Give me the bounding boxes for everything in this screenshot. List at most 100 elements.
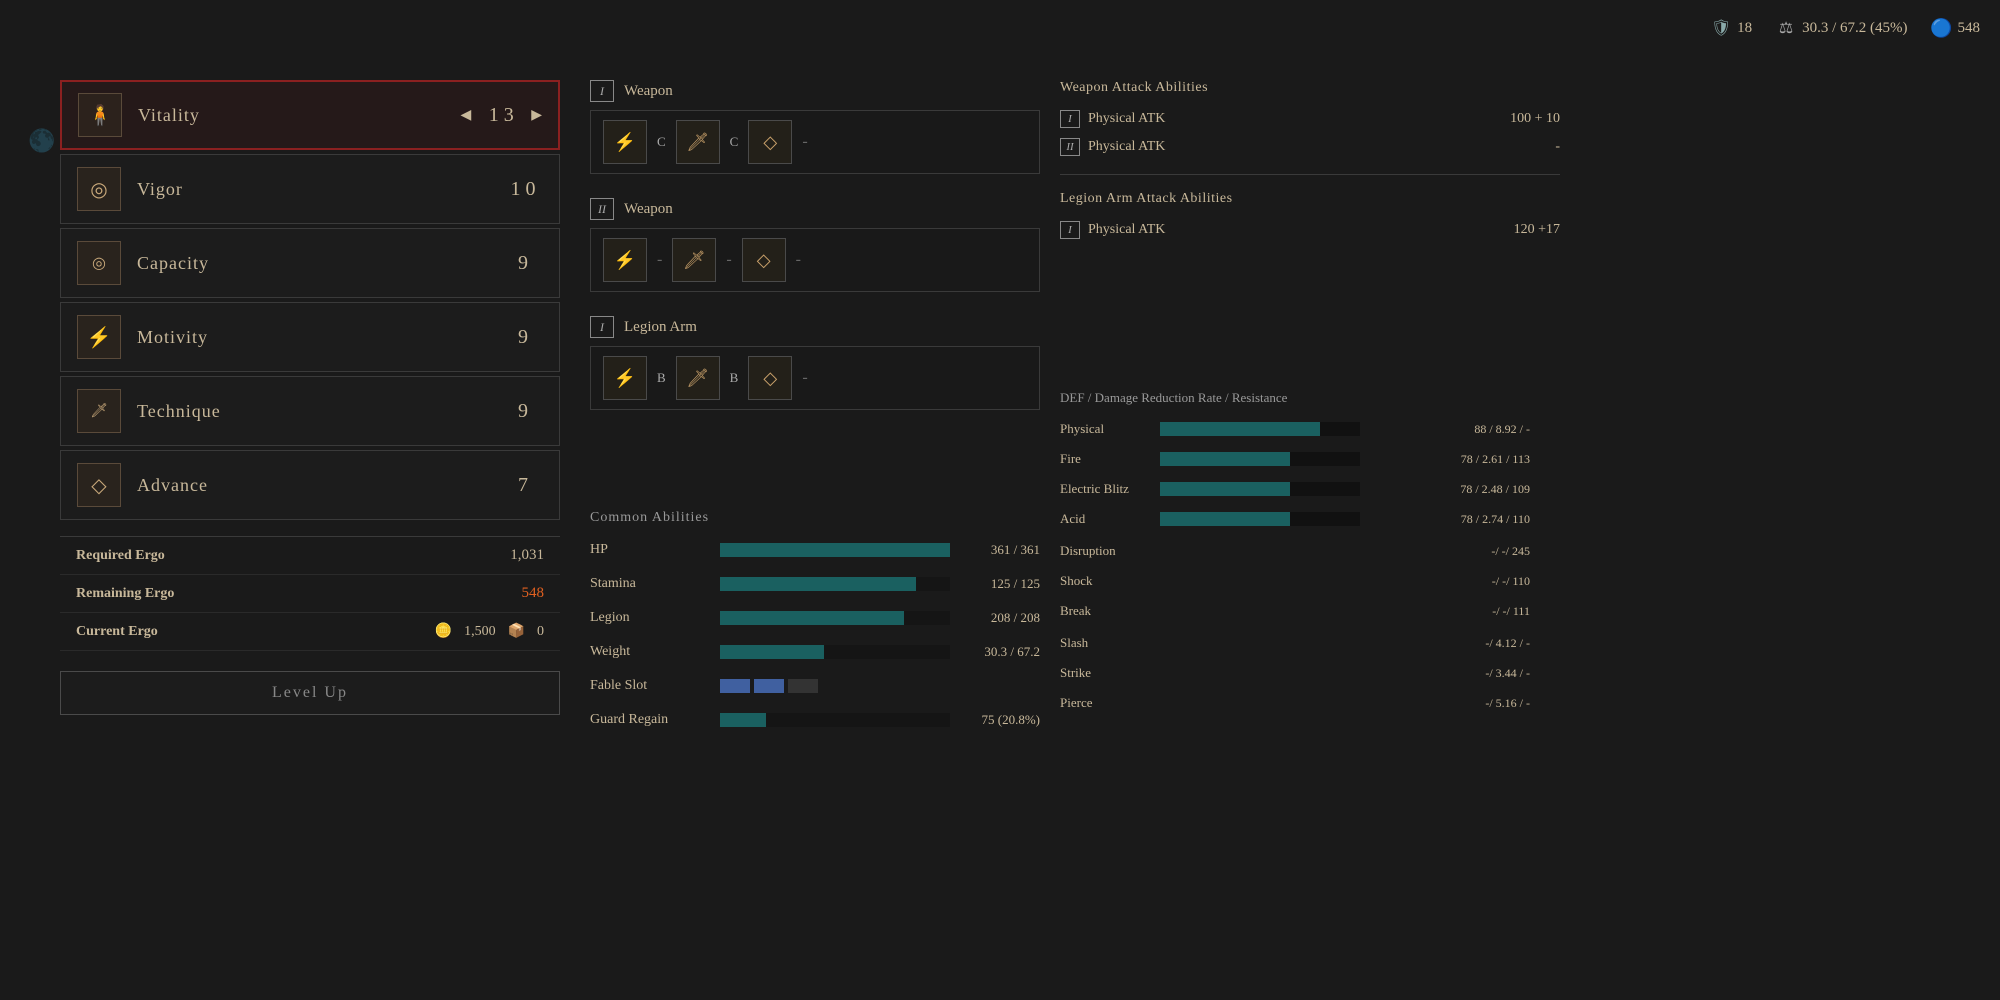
def-disruption-bar	[1160, 544, 1360, 558]
def-electric-row: Electric Blitz 78 / 2.48 / 109	[1060, 476, 1560, 502]
stat-row-technique[interactable]: 🗡 Technique 9	[60, 376, 560, 446]
weapon-i-grade-1: C	[657, 134, 666, 150]
weapon-i-slot-3[interactable]: ◇	[748, 120, 792, 164]
weapon-i-grade-3: -	[802, 133, 807, 151]
def-fire-row: Fire 78 / 2.61 / 113	[1060, 446, 1560, 472]
weapon-i-badge: I	[590, 80, 614, 102]
ability-stamina-label: Stamina	[590, 576, 710, 592]
def-break-bar	[1160, 604, 1360, 618]
divider-1	[1060, 174, 1560, 175]
def-fire-bar	[1160, 452, 1360, 466]
defense-panel: DEF / Damage Reduction Rate / Resistance…	[1060, 390, 1560, 720]
common-abilities-panel: Common Abilities HP 361 / 361 Stamina 12…	[590, 510, 1040, 740]
def-strike-row: Strike -/ 3.44 / -	[1060, 660, 1560, 686]
level-up-label: Level Up	[272, 684, 348, 702]
ability-guard-fill	[720, 713, 766, 727]
weapon-i-header: I Weapon	[590, 80, 1040, 102]
ability-guard-label: Guard Regain	[590, 712, 710, 728]
def-slash-row: Slash -/ 4.12 / -	[1060, 630, 1560, 656]
ability-weight-fill	[720, 645, 824, 659]
stat-row-motivity[interactable]: ⚡ Motivity 9	[60, 302, 560, 372]
ability-stamina-value: 125 / 125	[960, 576, 1040, 592]
current-ergo-label: Current Ergo	[76, 624, 158, 640]
weapon-ii-grade-1: -	[657, 251, 662, 269]
def-fire-fill	[1160, 452, 1290, 466]
weapon-i-slot-2[interactable]: 🗡	[676, 120, 720, 164]
ergo-value: 548	[1958, 20, 1981, 37]
def-fire-label: Fire	[1060, 451, 1160, 467]
ability-legion-bar	[720, 611, 950, 625]
ability-guard-bar	[720, 713, 950, 727]
fable-slot-1	[720, 679, 750, 693]
legion-arm-slots[interactable]: ⚡ B 🗡 B ◇ -	[590, 346, 1040, 410]
def-pierce-label: Pierce	[1060, 695, 1160, 711]
weapon-ii-slot-3[interactable]: ◇	[742, 238, 786, 282]
weapon-ii-slots[interactable]: ⚡ - 🗡 - ◇ -	[590, 228, 1040, 292]
legion-arm-label: Legion Arm	[624, 319, 697, 336]
def-pierce-bar	[1160, 696, 1360, 710]
legion-slot-2[interactable]: 🗡	[676, 356, 720, 400]
motivity-label: Motivity	[137, 327, 503, 348]
stat-row-vigor[interactable]: ◎ Vigor 1 0	[60, 154, 560, 224]
advance-value: 7	[503, 474, 543, 497]
weapon-attack-ii-label: II Physical ATK	[1060, 138, 1165, 156]
def-physical-label: Physical	[1060, 421, 1160, 437]
weapon-i-section: I Weapon ⚡ C 🗡 C ◇ -	[590, 80, 1040, 174]
def-acid-fill	[1160, 512, 1290, 526]
stat-row-advance[interactable]: ◇ Advance 7	[60, 450, 560, 520]
def-slash-value: -/ 4.12 / -	[1370, 636, 1530, 651]
required-ergo-label: Required Ergo	[76, 548, 165, 564]
ability-stamina-bar	[720, 577, 950, 591]
weight-value: 30.3 / 67.2 (45%)	[1802, 20, 1907, 37]
defense-title: DEF / Damage Reduction Rate / Resistance	[1060, 390, 1560, 406]
remaining-ergo-row: Remaining Ergo 548	[60, 575, 560, 613]
atk-i-value: 100 + 10	[1510, 111, 1560, 127]
vigor-value: 1 0	[503, 178, 543, 201]
weapon-i-slot-1[interactable]: ⚡	[603, 120, 647, 164]
weapon-ii-grade-3: -	[796, 251, 801, 269]
def-shock-value: -/ -/ 110	[1370, 574, 1530, 589]
ability-hp-fill	[720, 543, 950, 557]
vitality-controls[interactable]: ◀ 1 3 ▶	[460, 104, 542, 127]
ability-weight-row: Weight 30.3 / 67.2	[590, 638, 1040, 666]
legion-slot-3[interactable]: ◇	[748, 356, 792, 400]
legion-atk-i-value: 120 +17	[1514, 222, 1560, 238]
stat-row-capacity[interactable]: ◎ Capacity 9	[60, 228, 560, 298]
hud-weight: ⚖ 30.3 / 67.2 (45%)	[1776, 18, 1907, 38]
technique-icon: 🗡	[77, 389, 121, 433]
def-shock-row: Shock -/ -/ 110	[1060, 568, 1560, 594]
level-up-button[interactable]: Level Up	[60, 671, 560, 715]
stat-row-vitality[interactable]: 🧍 Vitality ◀ 1 3 ▶	[60, 80, 560, 150]
vitality-increase[interactable]: ▶	[531, 107, 542, 124]
ability-stamina-row: Stamina 125 / 125	[590, 570, 1040, 598]
ability-hp-value: 361 / 361	[960, 542, 1040, 558]
top-hud: 🛡 18 ⚖ 30.3 / 67.2 (45%) 🔵 548	[1711, 18, 1980, 38]
weapon-ii-slot-2[interactable]: 🗡	[672, 238, 716, 282]
weapon-ii-grade-2: -	[726, 251, 731, 269]
def-pierce-row: Pierce -/ 5.16 / -	[1060, 690, 1560, 716]
capacity-label: Capacity	[137, 253, 503, 274]
vitality-decrease[interactable]: ◀	[460, 107, 471, 124]
weapon-i-slots[interactable]: ⚡ C 🗡 C ◇ -	[590, 110, 1040, 174]
legion-slot-1[interactable]: ⚡	[603, 356, 647, 400]
weapon-ii-slot-1[interactable]: ⚡	[603, 238, 647, 282]
weapon-i-label: Weapon	[624, 83, 673, 100]
def-slash-label: Slash	[1060, 635, 1160, 651]
ergo-coins-value: 1,500	[464, 624, 496, 640]
legion-grade-1: B	[657, 370, 666, 386]
def-electric-value: 78 / 2.48 / 109	[1370, 482, 1530, 497]
fable-slot-3	[788, 679, 818, 693]
ability-legion-fill	[720, 611, 904, 625]
atk-ii-label: Physical ATK	[1088, 139, 1165, 155]
ergo-info-section: Required Ergo 1,031 Remaining Ergo 548 C…	[60, 536, 560, 651]
weapon-ii-badge: II	[590, 198, 614, 220]
left-decor-icon: 🌑	[28, 128, 55, 154]
fable-slots	[720, 679, 950, 693]
weapon-attack-title: Weapon Attack Abilities	[1060, 80, 1560, 96]
ergo-chest-icon: 📦	[508, 623, 525, 640]
weapon-ii-section: II Weapon ⚡ - 🗡 - ◇ -	[590, 198, 1040, 292]
legion-atk-i-label: Physical ATK	[1088, 222, 1165, 238]
legion-arm-badge: I	[590, 316, 614, 338]
attack-abilities-panel: Weapon Attack Abilities I Physical ATK 1…	[1060, 80, 1560, 247]
def-break-value: -/ -/ 111	[1370, 604, 1530, 619]
